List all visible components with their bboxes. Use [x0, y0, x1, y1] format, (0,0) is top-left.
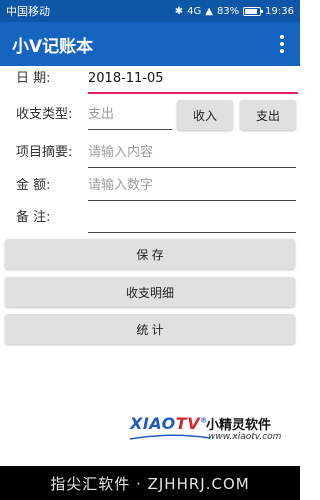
status-icons: ✱ 4G ▲ 83% 19:36 — [175, 6, 294, 17]
brand-wordmark: XIAOTV® — [130, 414, 208, 433]
signal-type-label: 4G — [187, 5, 202, 17]
summary-label: 项目摘要: — [16, 145, 73, 160]
stats-button[interactable]: 统 计 — [5, 314, 295, 344]
nav-bar: 指尖汇软件 · ZJHHRJ.COM — [0, 466, 300, 500]
clock: 19:36 — [265, 5, 294, 17]
amount-label: 金 额: — [16, 178, 51, 193]
brand-url: www.xiaotv.com — [208, 432, 282, 442]
signal-icon: ▲ — [205, 5, 213, 17]
more-vert-icon[interactable] — [276, 29, 288, 59]
income-button[interactable]: 收入 — [177, 100, 233, 130]
carrier-label: 中国移动 — [6, 5, 50, 18]
status-bar: 中国移动 ✱ 4G ▲ 83% 19:36 — [0, 0, 300, 22]
date-label: 日 期: — [16, 71, 51, 86]
type-field[interactable] — [88, 100, 172, 130]
amount-field[interactable] — [88, 171, 296, 201]
type-row: 收支类型: 收入 支出 — [0, 100, 300, 130]
date-row: 日 期: — [0, 64, 300, 94]
watermark-text: 指尖汇软件 · ZJHHRJ.COM — [50, 474, 250, 493]
expense-button[interactable]: 支出 — [240, 100, 296, 130]
brand-logo: XIAOTV® 小精灵软件 www.xiaotv.com — [130, 412, 290, 446]
app-title: 小V记账本 — [12, 36, 94, 57]
note-row: 备 注: — [0, 203, 300, 233]
summary-row: 项目摘要: — [0, 138, 300, 168]
app-bar: 小V记账本 — [0, 22, 300, 66]
summary-field[interactable] — [88, 138, 296, 168]
amount-row: 金 额: — [0, 171, 300, 201]
type-label: 收支类型: — [16, 107, 73, 122]
note-field[interactable] — [88, 203, 296, 233]
brand-name-cn: 小精灵软件 — [206, 418, 272, 433]
swoosh-icon — [130, 434, 210, 440]
note-label: 备 注: — [16, 210, 51, 225]
bluetooth-icon: ✱ — [174, 5, 184, 17]
date-field[interactable] — [88, 64, 298, 94]
battery-fill — [245, 8, 257, 14]
save-button[interactable]: 保 存 — [5, 239, 295, 269]
battery-icon — [243, 6, 264, 16]
details-button[interactable]: 收支明细 — [5, 277, 295, 307]
battery-percent: 83% — [216, 5, 240, 17]
